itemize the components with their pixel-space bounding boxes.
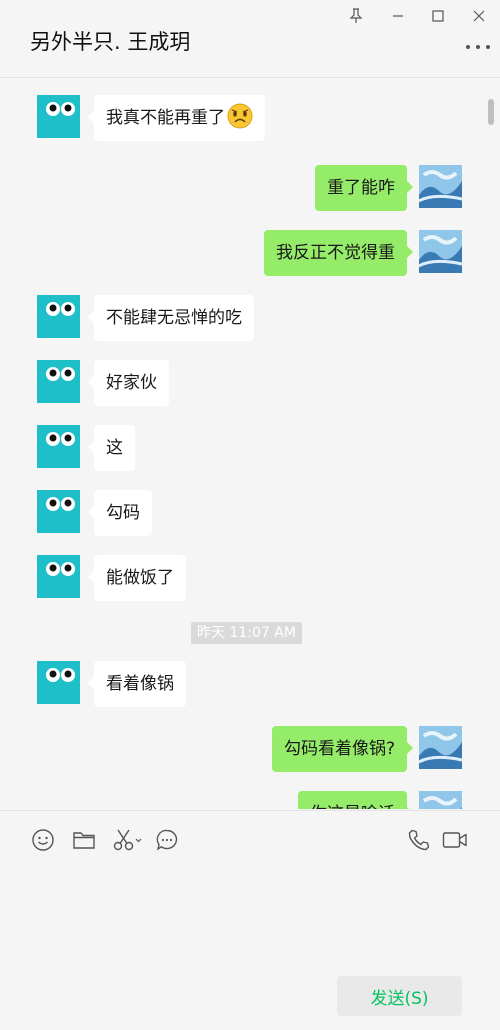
message-input-area[interactable]: 发送(S)	[0, 810, 500, 1030]
contact-avatar[interactable]	[37, 360, 80, 403]
message-row: 能做饭了	[0, 555, 500, 601]
emoji-icon[interactable]	[30, 827, 56, 853]
close-icon[interactable]	[467, 6, 491, 26]
scissors-icon[interactable]	[112, 827, 142, 853]
chat-bubble-icon[interactable]	[154, 827, 180, 853]
contact-avatar[interactable]	[37, 295, 80, 338]
scrollbar-thumb[interactable]	[488, 99, 494, 125]
contact-avatar[interactable]	[37, 555, 80, 598]
video-icon[interactable]	[442, 827, 468, 853]
message-bubble[interactable]: 重了能咋	[315, 165, 413, 211]
message-bubble[interactable]: 好家伙	[88, 360, 169, 406]
message-row: 好家伙	[0, 360, 500, 406]
timestamp-divider: 昨天 11:07 AM	[191, 622, 302, 644]
message-row: 我真不能再重了	[0, 95, 500, 141]
self-avatar[interactable]	[419, 726, 462, 769]
message-bubble[interactable]: 勾码看着像锅?	[271, 726, 414, 772]
message-row: 勾码看着像锅?	[0, 726, 500, 772]
message-bubble[interactable]: 勾码	[88, 490, 152, 536]
message-bubble[interactable]: 这	[88, 425, 135, 471]
message-bubble[interactable]: 不能肆无忌惮的吃	[88, 295, 254, 341]
title-bar: 另外半只. 王成玥	[0, 0, 500, 78]
message-bubble[interactable]: 能做饭了	[88, 555, 186, 601]
self-avatar[interactable]	[419, 165, 462, 208]
pin-icon[interactable]	[344, 6, 368, 26]
minimize-icon[interactable]	[386, 6, 410, 26]
message-row: 你这是啥话	[0, 791, 500, 809]
message-list[interactable]: 我真不能再重了 重了能咋 我反正不觉得重 不能肆无忌惮的吃 好家伙 这 勾码 能…	[0, 79, 500, 809]
send-button[interactable]: 发送(S)	[337, 976, 462, 1016]
chat-title: 另外半只. 王成玥	[30, 30, 191, 54]
message-bubble[interactable]: 我真不能再重了	[88, 95, 265, 141]
worried-face-icon	[227, 103, 253, 129]
more-options-icon[interactable]	[466, 38, 490, 56]
message-bubble[interactable]: 看着像锅	[88, 661, 186, 707]
contact-avatar[interactable]	[37, 95, 80, 138]
message-row: 我反正不觉得重	[0, 230, 500, 276]
message-row: 看着像锅	[0, 661, 500, 707]
self-avatar[interactable]	[419, 791, 462, 809]
contact-avatar[interactable]	[37, 661, 80, 704]
message-bubble[interactable]: 你这是啥话	[298, 791, 413, 809]
folder-icon[interactable]	[71, 827, 97, 853]
message-row: 重了能咋	[0, 165, 500, 211]
contact-avatar[interactable]	[37, 490, 80, 533]
maximize-icon[interactable]	[426, 6, 450, 26]
message-row: 勾码	[0, 490, 500, 536]
self-avatar[interactable]	[419, 230, 462, 273]
contact-avatar[interactable]	[37, 425, 80, 468]
phone-icon[interactable]	[406, 827, 432, 853]
message-bubble[interactable]: 我反正不觉得重	[264, 230, 413, 276]
message-row: 这	[0, 425, 500, 471]
message-row: 不能肆无忌惮的吃	[0, 295, 500, 341]
